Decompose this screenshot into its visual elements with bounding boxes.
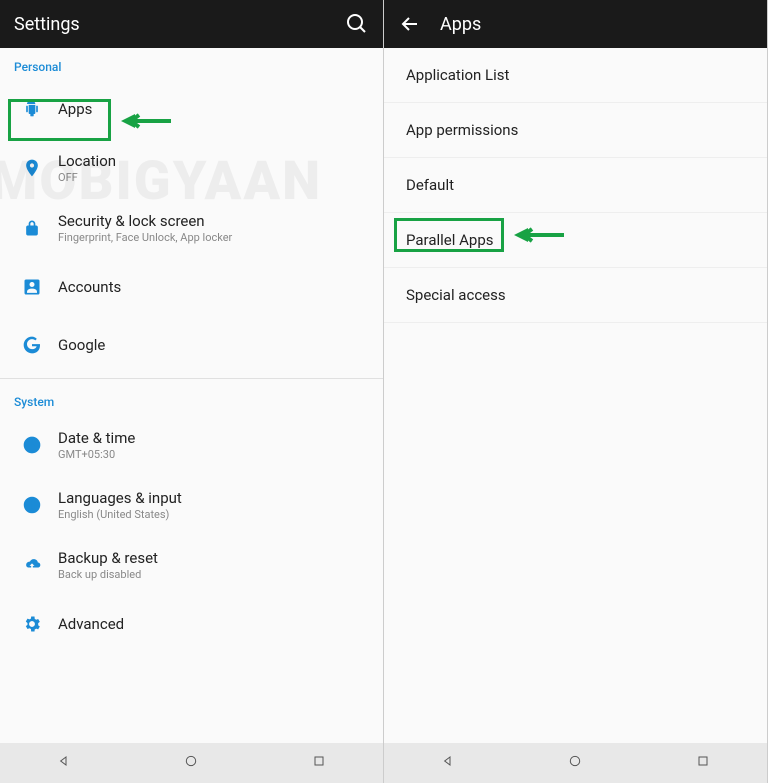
lock-icon xyxy=(12,218,52,238)
accounts-icon xyxy=(12,277,52,297)
item-datetime-sub: GMT+05:30 xyxy=(58,448,371,461)
navbar-left xyxy=(0,743,383,783)
nav-home[interactable] xyxy=(567,753,583,773)
item-apps[interactable]: Apps xyxy=(0,80,383,138)
section-personal: Personal xyxy=(0,48,383,80)
apps-title: Apps xyxy=(440,14,481,35)
item-advanced-label: Advanced xyxy=(58,615,371,633)
item-backup-label: Backup & reset xyxy=(58,549,371,567)
item-security[interactable]: Security & lock screen Fingerprint, Face… xyxy=(0,198,383,258)
item-app-permissions[interactable]: App permissions xyxy=(384,103,767,158)
item-accounts[interactable]: Accounts xyxy=(0,258,383,316)
item-security-label: Security & lock screen xyxy=(58,212,371,230)
apps-content: Application List App permissions Default… xyxy=(384,48,767,743)
android-icon xyxy=(12,99,52,119)
item-languages-sub: English (United States) xyxy=(58,508,371,521)
settings-header: Settings xyxy=(0,0,383,48)
item-parallel-apps[interactable]: Parallel Apps xyxy=(384,213,767,268)
item-special-access[interactable]: Special access xyxy=(384,268,767,323)
nav-back[interactable] xyxy=(440,753,456,773)
item-security-sub: Fingerprint, Face Unlock, App locker xyxy=(58,231,371,244)
item-accounts-label: Accounts xyxy=(58,278,371,296)
item-google-label: Google xyxy=(58,336,371,354)
item-advanced[interactable]: Advanced xyxy=(0,595,383,653)
back-icon[interactable] xyxy=(398,12,422,36)
nav-home[interactable] xyxy=(183,753,199,773)
globe-icon xyxy=(12,495,52,515)
apps-header: Apps xyxy=(384,0,767,48)
google-icon xyxy=(12,335,52,355)
nav-back[interactable] xyxy=(56,753,72,773)
clock-icon xyxy=(12,435,52,455)
section-system: System xyxy=(0,383,383,415)
location-icon xyxy=(12,158,52,178)
item-location-label: Location xyxy=(58,152,371,170)
item-languages-label: Languages & input xyxy=(58,489,371,507)
item-datetime-label: Date & time xyxy=(58,429,371,447)
item-google[interactable]: Google xyxy=(0,316,383,374)
item-apps-label: Apps xyxy=(58,100,371,118)
nav-recent[interactable] xyxy=(695,753,711,773)
apps-screen: Apps Application List App permissions De… xyxy=(384,0,768,783)
item-backup-sub: Back up disabled xyxy=(58,568,371,581)
settings-screen: Settings Personal Apps Location OFF xyxy=(0,0,384,783)
item-default[interactable]: Default xyxy=(384,158,767,213)
divider xyxy=(0,378,383,379)
item-location-sub: OFF xyxy=(58,171,371,184)
item-backup[interactable]: Backup & reset Back up disabled xyxy=(0,535,383,595)
item-application-list[interactable]: Application List xyxy=(384,48,767,103)
gear-icon xyxy=(12,614,52,634)
settings-content: Personal Apps Location OFF Security & lo… xyxy=(0,48,383,743)
search-icon[interactable] xyxy=(345,12,369,36)
navbar-right xyxy=(384,743,767,783)
item-location[interactable]: Location OFF xyxy=(0,138,383,198)
item-datetime[interactable]: Date & time GMT+05:30 xyxy=(0,415,383,475)
cloud-icon xyxy=(12,555,52,575)
nav-recent[interactable] xyxy=(311,753,327,773)
item-languages[interactable]: Languages & input English (United States… xyxy=(0,475,383,535)
settings-title: Settings xyxy=(14,14,80,35)
